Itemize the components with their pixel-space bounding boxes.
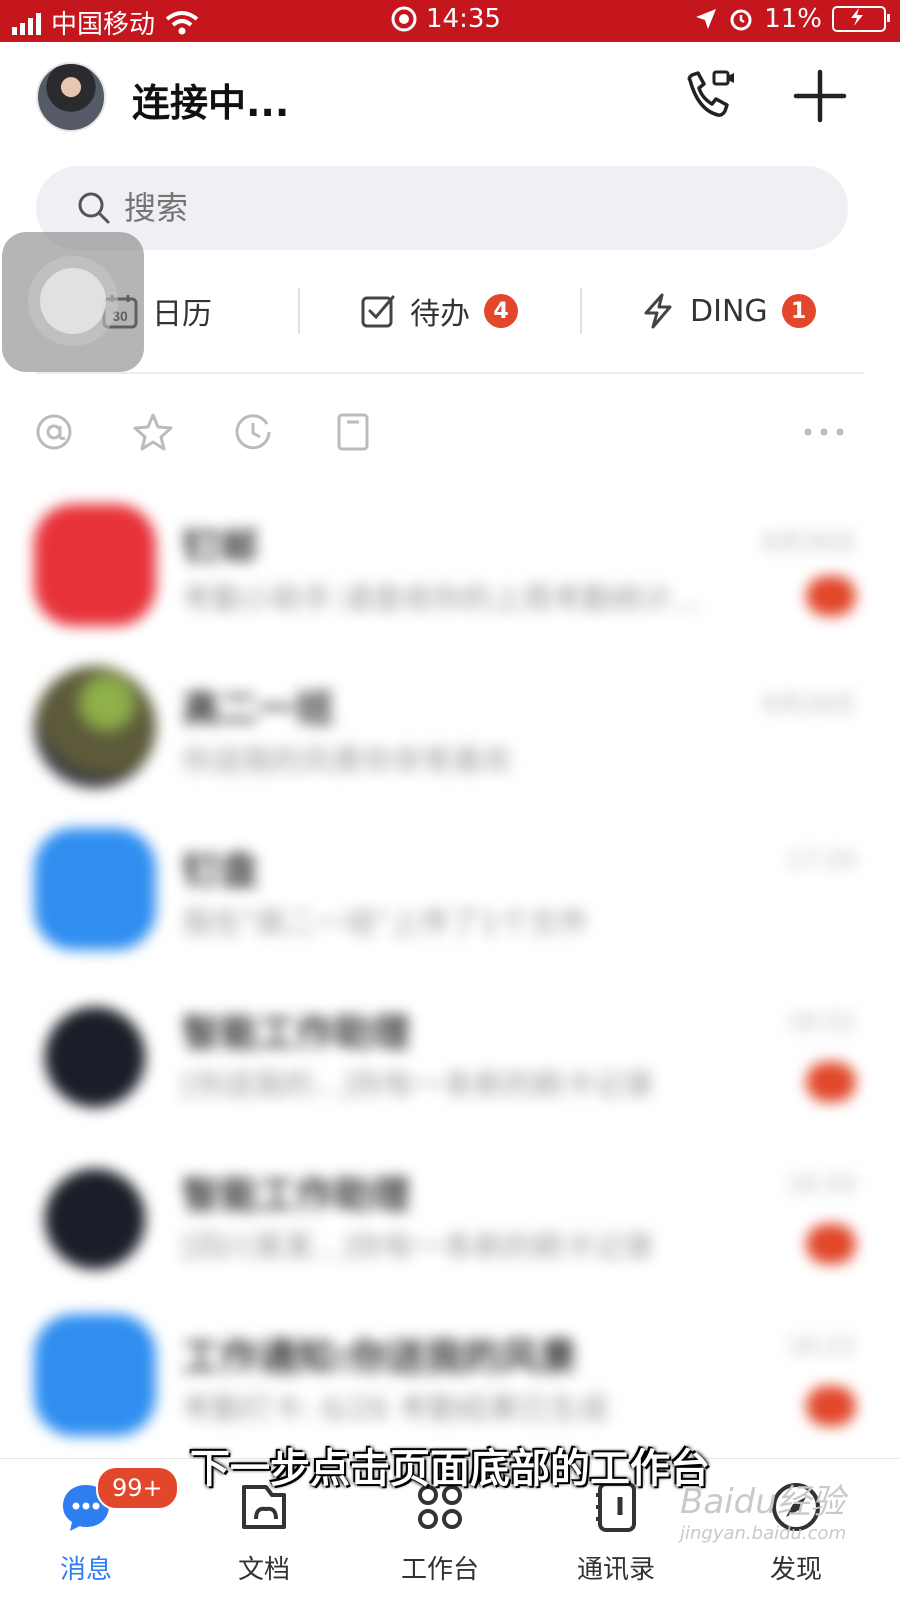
search-input[interactable] (122, 188, 726, 228)
chat-row[interactable]: 智能工作助理 [你送我的...]你有一条新的刷卡记录 16:52 (0, 962, 900, 1124)
chat-row[interactable]: 高二一班 你送我的风景你非常喜欢 6月26日 (0, 638, 900, 800)
tab-docs[interactable]: 文档 (204, 1479, 324, 1586)
filter-bar (0, 404, 900, 464)
more-icon[interactable] (802, 412, 846, 452)
chat-avatar (34, 828, 156, 950)
chat-avatar (34, 990, 156, 1112)
chat-name: 钉盘 (182, 849, 259, 893)
chat-row[interactable]: 智能工作助理 [四川某某...]你有一条新的刷卡记录 16:50 (0, 1124, 900, 1286)
chat-time: 16:22 (786, 1332, 856, 1360)
unread-badge (806, 1224, 856, 1264)
chat-list: 钉邮 考勤小助手:请查收你的上周考勤统计... 6月26日 高二一班 你送我的风… (0, 476, 900, 1456)
unread-badge (806, 1062, 856, 1102)
divider (580, 288, 582, 334)
chat-preview: 我在"高二一班"上传了1个文件 (182, 906, 589, 941)
status-time: 14:35 (426, 4, 501, 34)
chat-preview: 考勤小助手:请查收你的上周考勤统计... (182, 582, 701, 617)
bookmark-icon[interactable] (333, 412, 373, 452)
chat-time: 16:50 (786, 1170, 856, 1198)
chat-preview: [四川某某...]你有一条新的刷卡记录 (182, 1230, 655, 1265)
assistive-touch-button[interactable] (2, 232, 144, 372)
todo-check-icon (361, 295, 395, 328)
add-icon[interactable] (790, 66, 850, 126)
watermark-url: jingyan.baidu.com (680, 1523, 847, 1544)
status-center: 14:35 (390, 4, 501, 34)
chat-avatar (34, 1152, 156, 1274)
todo-count-badge: 4 (484, 294, 518, 328)
tab-label: 发现 (769, 1555, 822, 1585)
video-caption: 下一步点击页面底部的工作台 (190, 1446, 710, 1492)
chat-time: 6月26日 (762, 690, 856, 718)
tab-label: 消息 (59, 1555, 112, 1585)
header: 连接中... (0, 42, 900, 152)
chat-row[interactable]: 钉盘 我在"高二一班"上传了1个文件 17:20 (0, 800, 900, 962)
unread-badge (806, 1386, 856, 1426)
unread-badge (806, 576, 856, 616)
chat-avatar (34, 666, 156, 788)
chat-name: 钉邮 (182, 525, 259, 569)
battery-icon (832, 6, 890, 32)
chat-avatar (34, 1314, 156, 1436)
assistive-touch-core (40, 268, 106, 334)
chat-name: 工作通知:你送我的风景 (182, 1335, 578, 1379)
star-icon[interactable] (133, 412, 173, 452)
divider (36, 372, 864, 374)
battery-percent: 11% (764, 4, 822, 34)
chat-name: 高二一班 (182, 687, 335, 731)
page-title: 连接中... (132, 81, 290, 125)
status-right: 11% (694, 4, 890, 34)
shortcut-ding[interactable]: DING 1 (640, 268, 816, 354)
carrier-label: 中国移动 (51, 10, 156, 40)
divider (298, 288, 300, 334)
screen-record-icon (391, 6, 417, 32)
clock-icon[interactable] (233, 412, 273, 452)
ding-count-badge: 1 (781, 294, 816, 328)
alarm-icon (730, 9, 752, 31)
shortcut-label: 日历 (152, 297, 212, 332)
tab-label: 通讯录 (576, 1555, 655, 1585)
status-left: 中国移动 (12, 4, 199, 41)
at-icon[interactable] (34, 412, 74, 452)
user-avatar[interactable] (36, 62, 106, 132)
chat-row[interactable]: 钉邮 考勤小助手:请查收你的上周考勤统计... 6月26日 (0, 476, 900, 638)
tab-workbench[interactable]: 工作台 (380, 1479, 500, 1586)
lightning-icon (644, 293, 672, 329)
location-arrow-icon (696, 9, 717, 29)
assistive-touch-ring (28, 256, 118, 346)
chat-avatar (34, 504, 156, 626)
tab-label: 工作台 (400, 1555, 479, 1585)
chat-row[interactable]: 工作通知:你送我的风景 考勤打卡: 6/26 考勤结果已生成 16:22 (0, 1286, 900, 1448)
chat-preview: 你送我的风景你非常喜欢 (182, 744, 512, 779)
chat-name: 智能工作助理 (182, 1173, 411, 1217)
video-call-icon[interactable] (680, 66, 740, 126)
chat-preview: [你送我的...]你有一条新的刷卡记录 (182, 1068, 655, 1103)
chat-time: 16:52 (786, 1008, 856, 1036)
chat-preview: 考勤打卡: 6/26 考勤结果已生成 (182, 1392, 609, 1427)
status-bar: 中国移动 14:35 11% (0, 0, 900, 42)
chat-time: 6月26日 (762, 528, 856, 556)
shortcut-todo[interactable]: 待办 4 (360, 268, 518, 354)
chat-time: 17:20 (786, 846, 856, 874)
wifi-icon (165, 10, 199, 34)
tab-label: 文档 (237, 1555, 290, 1585)
search-icon (78, 192, 110, 224)
search-bar[interactable] (36, 166, 848, 250)
shortcut-label: 待办 (410, 297, 470, 332)
tab-contacts[interactable]: 通讯录 (556, 1479, 676, 1586)
shortcut-label: DING (690, 293, 768, 329)
signal-icon (12, 11, 41, 35)
chat-name: 智能工作助理 (182, 1011, 411, 1055)
